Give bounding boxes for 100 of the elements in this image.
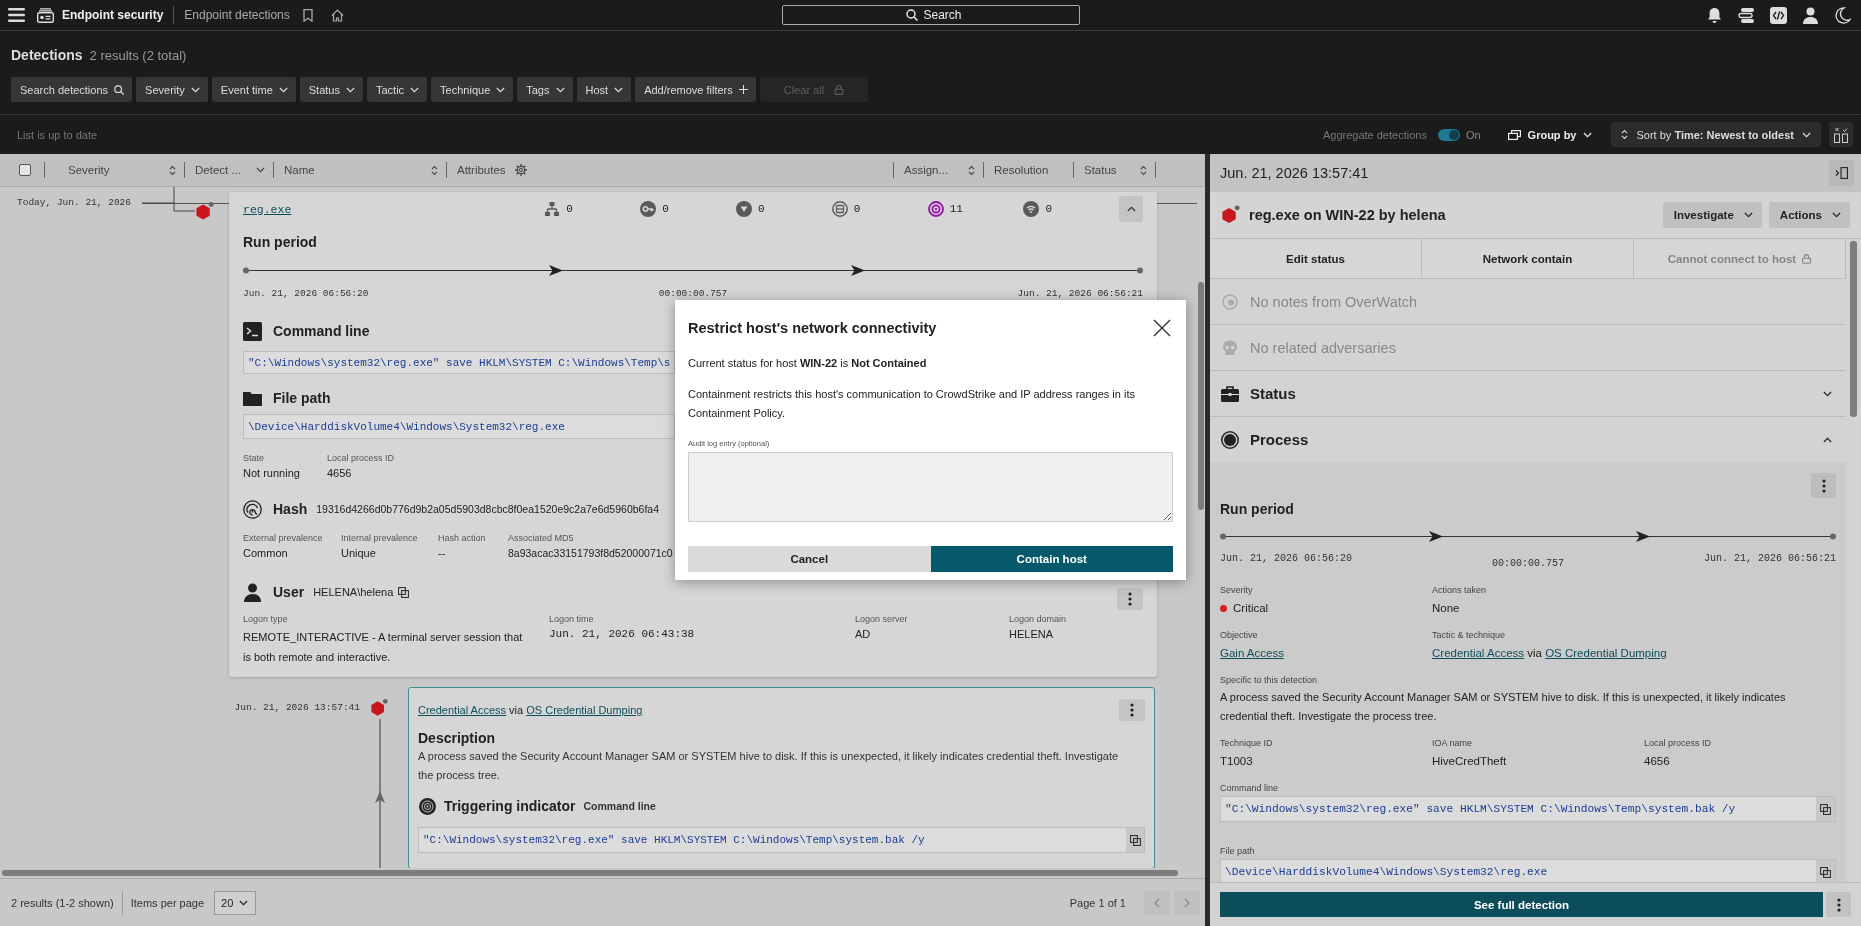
close-icon <box>1153 319 1171 337</box>
confirm-button[interactable]: Contain host <box>930 546 1173 572</box>
aggregate-toggle[interactable] <box>1437 128 1460 141</box>
section-header[interactable]: Process <box>1210 417 1846 462</box>
layers-button[interactable] <box>1738 6 1755 24</box>
filter-dropdown[interactable]: Status <box>299 77 363 102</box>
sort-button[interactable]: Sort by Time: Newest to oldest <box>1611 122 1821 147</box>
copy-button[interactable] <box>1816 797 1835 821</box>
theme-button[interactable] <box>1834 6 1851 24</box>
filter-dropdown[interactable]: Host <box>576 77 632 102</box>
column-header[interactable]: Status <box>1073 162 1155 178</box>
items-per-page-dropdown[interactable]: 20 <box>214 890 257 915</box>
copy-button[interactable] <box>398 586 410 598</box>
filter-dropdown[interactable]: Severity <box>136 77 208 102</box>
section-title: Hash <box>273 500 308 518</box>
section-header[interactable]: Status <box>1210 371 1846 417</box>
field-value: HiveCredTheft <box>1432 754 1508 768</box>
result-count: 2 results (2 total) <box>89 48 187 64</box>
scrollbar-thumb[interactable] <box>1198 282 1204 510</box>
copy-button[interactable] <box>1816 860 1835 882</box>
end-time: Jun. 21, 2026 06:56:21 <box>1017 288 1143 301</box>
attribute-count: 0 <box>1045 203 1053 215</box>
chevron-down-icon <box>555 86 565 93</box>
chevron-right-icon <box>1184 897 1190 908</box>
file-path-field: \Device\HarddiskVolume4\Windows\System32\reg.exe <box>243 414 675 439</box>
section-title: Description <box>418 729 496 747</box>
briefcase-icon <box>1221 384 1239 403</box>
record-icon <box>1221 430 1239 449</box>
field-value: Common <box>243 546 289 560</box>
column-header[interactable]: Severity <box>44 162 184 178</box>
chevron-up-icon <box>1823 436 1832 443</box>
columns-button[interactable] <box>1829 122 1853 147</box>
field-value: Critical <box>1220 601 1432 615</box>
copy-button[interactable] <box>1126 828 1144 852</box>
field-label: Associated MD5 <box>508 533 575 544</box>
profile-button[interactable] <box>1802 6 1819 24</box>
field-label: Tactic & technique <box>1432 629 1507 641</box>
close-button[interactable] <box>1153 319 1171 337</box>
section-title: Run period <box>1220 500 1295 518</box>
chevron-up-icon <box>1126 206 1136 212</box>
filter-dropdown[interactable]: Tags <box>517 77 573 102</box>
field-value: AD <box>855 627 872 641</box>
plus-icon <box>738 85 748 94</box>
technique-link[interactable]: OS Credential Dumping <box>526 704 643 716</box>
severity-hexagon-icon <box>1221 204 1240 226</box>
menu-button[interactable] <box>8 8 25 22</box>
search-field[interactable]: Search <box>781 5 1080 25</box>
sort-icon <box>169 164 176 176</box>
tactic-link[interactable]: Credential Access <box>418 704 507 716</box>
field-label: File path <box>1220 845 1256 857</box>
field-label: Objective <box>1220 629 1259 641</box>
dialog-title: Restrict host's network connectivity <box>688 320 937 336</box>
column-header[interactable]: Assign... <box>893 162 983 178</box>
more-button[interactable] <box>1119 699 1145 721</box>
filter-dropdown[interactable]: Technique <box>431 77 514 102</box>
collapse-panel-button[interactable] <box>1829 160 1854 186</box>
tactic-link[interactable]: Credential Access <box>1432 647 1525 659</box>
menu-dropdown-button[interactable]: Actions <box>1768 202 1850 228</box>
field-value: 4656 <box>1644 754 1671 768</box>
more-icon <box>1128 592 1132 606</box>
breadcrumb-link[interactable]: Endpoint detections <box>184 8 290 22</box>
column-header[interactable]: Detect ... <box>184 162 273 178</box>
menu-dropdown-button[interactable]: Investigate <box>1662 202 1762 228</box>
add-filter-button[interactable]: Add/remove filters <box>635 77 756 102</box>
group-by-button[interactable]: Group by <box>1507 128 1593 141</box>
stacked-windows-icon <box>1507 129 1521 140</box>
filter-dropdown[interactable]: Tactic <box>366 77 428 102</box>
indicator-type: Command line <box>583 800 656 812</box>
process-link[interactable]: reg.exe <box>243 202 292 216</box>
cancel-button[interactable]: Cancel <box>688 546 931 572</box>
filter-dropdown[interactable]: Event time <box>211 77 296 102</box>
more-button[interactable] <box>1811 473 1836 498</box>
objective-link[interactable]: Gain Access <box>1220 646 1284 660</box>
more-icon <box>1821 478 1826 493</box>
column-header[interactable]: Name <box>273 162 446 178</box>
skull-icon <box>1222 339 1238 356</box>
severity-hexagon-icon <box>370 698 388 719</box>
search-filter-button[interactable]: Search detections <box>11 77 133 102</box>
chevron-down-icon <box>1823 390 1832 397</box>
end-time: Jun. 21, 2026 06:56:21 <box>1703 553 1836 566</box>
search-icon <box>114 84 125 95</box>
scrollbar-thumb[interactable] <box>2 870 1178 876</box>
user-name: HELENA\helena <box>313 586 394 598</box>
code-button[interactable] <box>1770 6 1787 24</box>
bookmark-icon <box>302 8 313 22</box>
hash-value: 19316d4266d0b776d9b2a05d5903d8cbc8f0ea1520e9c2a7e6d5960b6fa4 <box>316 503 659 515</box>
field-value: -- <box>438 546 447 560</box>
more-button[interactable] <box>1826 892 1851 917</box>
see-full-detection-button[interactable]: See full detection <box>1220 892 1823 917</box>
audit-log-field[interactable] <box>688 452 1173 522</box>
column-header[interactable]: Resolution <box>983 162 1073 178</box>
column-header[interactable]: Attributes <box>446 162 893 178</box>
toggle-state-text: On <box>1465 128 1481 141</box>
command-line-field: "C:\Windows\system32\reg.exe" save HKLM\SYSTEM C:\Windows\Temp\system.bak /y <box>1220 796 1836 822</box>
more-button[interactable] <box>1117 588 1143 610</box>
technique-link[interactable]: OS Credential Dumping <box>1545 647 1667 659</box>
scrollbar-thumb[interactable] <box>1850 241 1857 417</box>
notifications-button[interactable] <box>1706 6 1723 24</box>
select-all-checkbox[interactable] <box>19 164 31 176</box>
group-date: Today, Jun. 21, 2026 <box>17 197 132 208</box>
